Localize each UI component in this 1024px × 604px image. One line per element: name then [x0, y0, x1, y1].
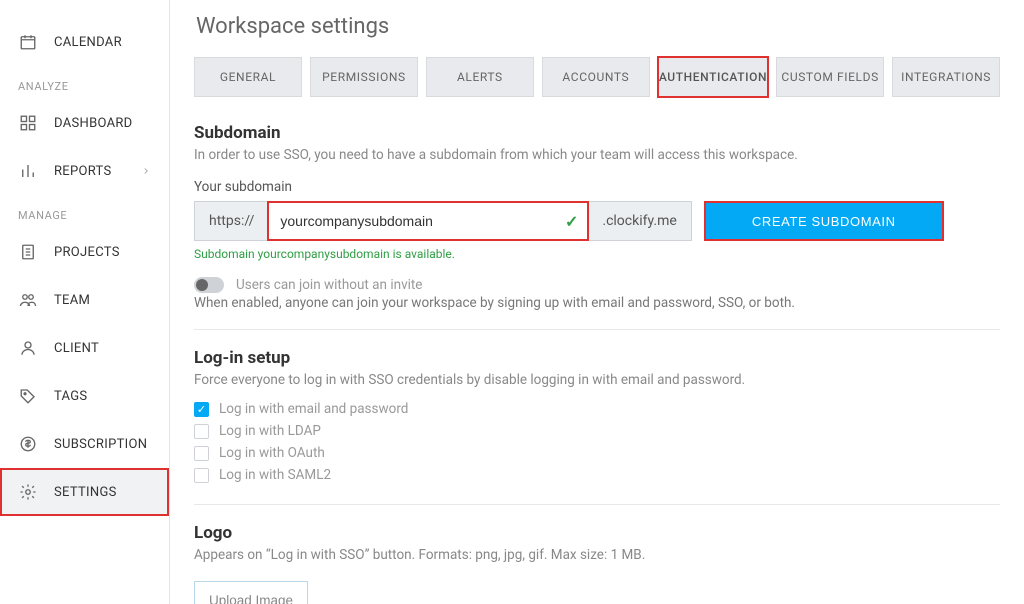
- dashboard-icon: [18, 113, 38, 133]
- team-icon: [18, 290, 38, 310]
- sidebar: CALENDAR ANALYZE DASHBOARD REPORTS MANAG…: [0, 0, 170, 604]
- sidebar-label: DASHBOARD: [54, 116, 133, 131]
- calendar-icon: [18, 32, 38, 52]
- gear-icon: [18, 482, 38, 502]
- checkbox-icon: ✓: [194, 402, 209, 417]
- login-option-label: Log in with SAML2: [219, 467, 331, 483]
- subdomain-input-group: https:// ✓ .clockify.me: [194, 201, 692, 241]
- login-desc: Force everyone to log in with SSO creden…: [194, 372, 1000, 388]
- sidebar-label: REPORTS: [54, 164, 112, 179]
- tab-general[interactable]: GENERAL: [194, 57, 302, 97]
- tag-icon: [18, 386, 38, 406]
- sidebar-item-tags[interactable]: TAGS: [0, 372, 169, 420]
- chevron-right-icon: [141, 166, 151, 176]
- login-options: ✓ Log in with email and password Log in …: [194, 398, 1000, 486]
- tab-alerts[interactable]: ALERTS: [426, 57, 534, 97]
- subscription-icon: [18, 434, 38, 454]
- sidebar-item-calendar[interactable]: CALENDAR: [0, 18, 169, 66]
- upload-image-button[interactable]: Upload Image: [194, 581, 308, 604]
- login-option-oauth[interactable]: Log in with OAuth: [194, 442, 1000, 464]
- divider: [194, 504, 1000, 505]
- sidebar-label: CALENDAR: [54, 35, 122, 50]
- subdomain-input-wrap: ✓: [268, 202, 588, 240]
- login-option-label: Log in with LDAP: [219, 423, 321, 439]
- checkbox-icon: [194, 446, 209, 461]
- sidebar-item-projects[interactable]: PROJECTS: [0, 228, 169, 276]
- subdomain-desc: In order to use SSO, you need to have a …: [194, 147, 1000, 163]
- projects-icon: [18, 242, 38, 262]
- login-option-label: Log in with OAuth: [219, 445, 325, 461]
- subdomain-heading: Subdomain: [194, 123, 1000, 143]
- subdomain-row: https:// ✓ .clockify.me CREATE SUBDOMAIN: [194, 201, 1000, 241]
- logo-heading: Logo: [194, 523, 1000, 543]
- sidebar-label: SUBSCRIPTION: [54, 437, 147, 452]
- reports-icon: [18, 161, 38, 181]
- tab-authentication[interactable]: AUTHENTICATION: [658, 57, 768, 97]
- sidebar-item-settings[interactable]: SETTINGS: [0, 468, 169, 516]
- subdomain-suffix: .clockify.me: [588, 202, 690, 240]
- check-icon: ✓: [565, 212, 578, 231]
- sidebar-label: TAGS: [54, 389, 87, 404]
- invite-toggle[interactable]: [194, 277, 224, 293]
- sidebar-section-manage: MANAGE: [0, 195, 169, 228]
- subdomain-input[interactable]: [268, 202, 588, 240]
- tab-integrations[interactable]: INTEGRATIONS: [892, 57, 1000, 97]
- login-option-email[interactable]: ✓ Log in with email and password: [194, 398, 1000, 420]
- main-content: Workspace settings GENERAL PERMISSIONS A…: [170, 0, 1024, 604]
- client-icon: [18, 338, 38, 358]
- sidebar-item-team[interactable]: TEAM: [0, 276, 169, 324]
- sidebar-label: TEAM: [54, 293, 90, 308]
- login-option-saml2[interactable]: Log in with SAML2: [194, 464, 1000, 486]
- subdomain-available-msg: Subdomain yourcompanysubdomain is availa…: [194, 247, 1000, 261]
- logo-desc: Appears on “Log in with SSO” button. For…: [194, 547, 1000, 563]
- tab-permissions[interactable]: PERMISSIONS: [310, 57, 418, 97]
- create-subdomain-button[interactable]: CREATE SUBDOMAIN: [704, 201, 944, 241]
- login-heading: Log-in setup: [194, 348, 1000, 368]
- sidebar-item-reports[interactable]: REPORTS: [0, 147, 169, 195]
- checkbox-icon: [194, 424, 209, 439]
- login-option-label: Log in with email and password: [219, 401, 408, 417]
- sidebar-label: PROJECTS: [54, 245, 120, 260]
- sidebar-label: CLIENT: [54, 341, 99, 356]
- subdomain-prefix: https://: [195, 202, 268, 240]
- page-title: Workspace settings: [196, 14, 1000, 39]
- tab-custom-fields[interactable]: CUSTOM FIELDS: [776, 57, 884, 97]
- sidebar-label: SETTINGS: [54, 485, 117, 500]
- sidebar-section-analyze: ANALYZE: [0, 66, 169, 99]
- tabs: GENERAL PERMISSIONS ALERTS ACCOUNTS AUTH…: [194, 57, 1000, 97]
- tab-accounts[interactable]: ACCOUNTS: [542, 57, 650, 97]
- divider: [194, 329, 1000, 330]
- invite-toggle-row: Users can join without an invite: [194, 277, 1000, 293]
- sidebar-item-subscription[interactable]: SUBSCRIPTION: [0, 420, 169, 468]
- subdomain-field-label: Your subdomain: [194, 179, 1000, 195]
- checkbox-icon: [194, 468, 209, 483]
- login-option-ldap[interactable]: Log in with LDAP: [194, 420, 1000, 442]
- invite-toggle-desc: When enabled, anyone can join your works…: [194, 295, 1000, 311]
- sidebar-item-client[interactable]: CLIENT: [0, 324, 169, 372]
- sidebar-item-dashboard[interactable]: DASHBOARD: [0, 99, 169, 147]
- invite-toggle-label: Users can join without an invite: [236, 277, 422, 293]
